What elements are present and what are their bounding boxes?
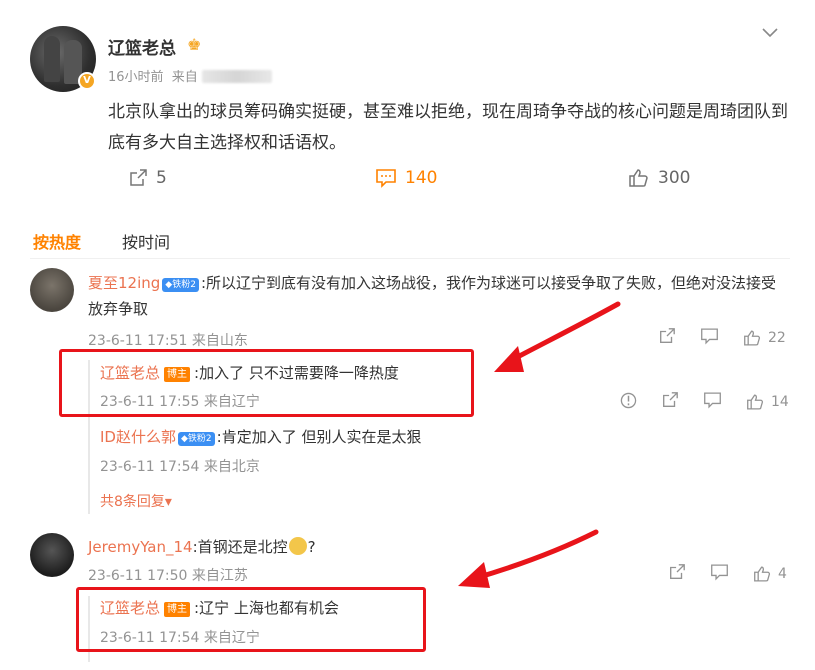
arrow-head <box>458 562 490 588</box>
arrow-annotation <box>505 301 621 365</box>
annotation-arrows <box>458 301 621 588</box>
arrow-head <box>494 346 524 372</box>
arrow-annotation <box>473 529 599 581</box>
